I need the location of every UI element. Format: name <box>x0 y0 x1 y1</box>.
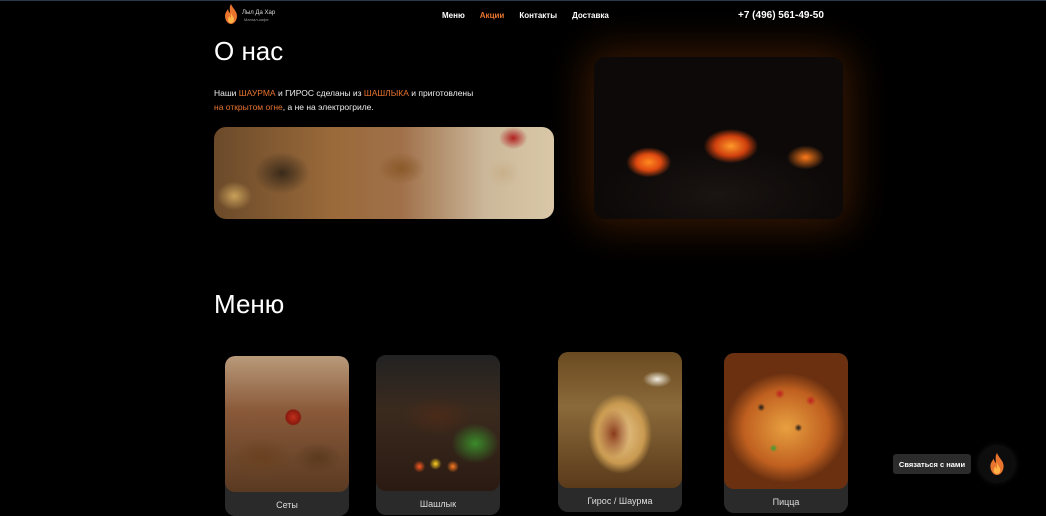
menu-card-sets[interactable]: Сеты <box>225 356 349 516</box>
shashlik-image <box>376 355 500 491</box>
logo-name: Лыл Да Хар <box>242 10 276 16</box>
menu-card-gyros[interactable]: Гирос / Шаурма <box>558 352 682 512</box>
about-text: Наши ШАУРМА и ГИРОС сделаны из ШАШЛЫКА и… <box>214 86 514 114</box>
grilled-food-image <box>214 127 554 219</box>
nav-menu-link[interactable]: Меню <box>442 11 465 20</box>
about-text-part: Наши <box>214 88 239 98</box>
burning-coals-image <box>594 57 843 219</box>
flame-icon <box>225 4 237 24</box>
site-logo[interactable]: Лыл Да Хар Мангал-кафе <box>224 4 284 26</box>
gyros-image <box>558 352 682 488</box>
menu-card-label: Пицца <box>772 497 800 507</box>
main-nav: Меню Акции Контакты Доставка <box>442 11 609 20</box>
nav-delivery-link[interactable]: Доставка <box>572 11 609 20</box>
about-text-part: , а не на электрогриле. <box>282 102 374 112</box>
phone-number[interactable]: +7 (496) 561-49-50 <box>738 10 824 21</box>
pizza-image <box>724 353 848 489</box>
menu-card-shashlik[interactable]: Шашлык <box>376 355 500 515</box>
menu-title: Меню <box>214 289 285 319</box>
about-title: О нас <box>214 36 284 66</box>
flame-icon <box>990 453 1004 475</box>
about-highlight-shawarma: ШАУРМА <box>238 88 276 98</box>
nav-contacts-link[interactable]: Контакты <box>519 11 557 20</box>
contact-us-button[interactable] <box>978 445 1016 483</box>
logo-tagline: Мангал-кафе <box>244 17 269 22</box>
menu-card-pizza[interactable]: Пицца <box>724 353 848 513</box>
menu-card-label: Сеты <box>276 500 298 510</box>
about-highlight-open-fire: на открытом огне <box>214 102 283 112</box>
about-highlight-shashlik: ШАШЛЫКА <box>363 88 409 98</box>
nav-promotions-link[interactable]: Акции <box>480 11 505 20</box>
sets-image <box>225 356 349 492</box>
contact-us-tooltip[interactable]: Связаться с нами <box>893 454 971 474</box>
menu-card-label: Шашлык <box>419 499 457 509</box>
about-text-part: и приготовлены <box>408 88 474 98</box>
about-text-part: и ГИРОС сделаны из <box>275 88 364 98</box>
site-header: Лыл Да Хар Мангал-кафе Меню Акции Контак… <box>0 0 1046 32</box>
